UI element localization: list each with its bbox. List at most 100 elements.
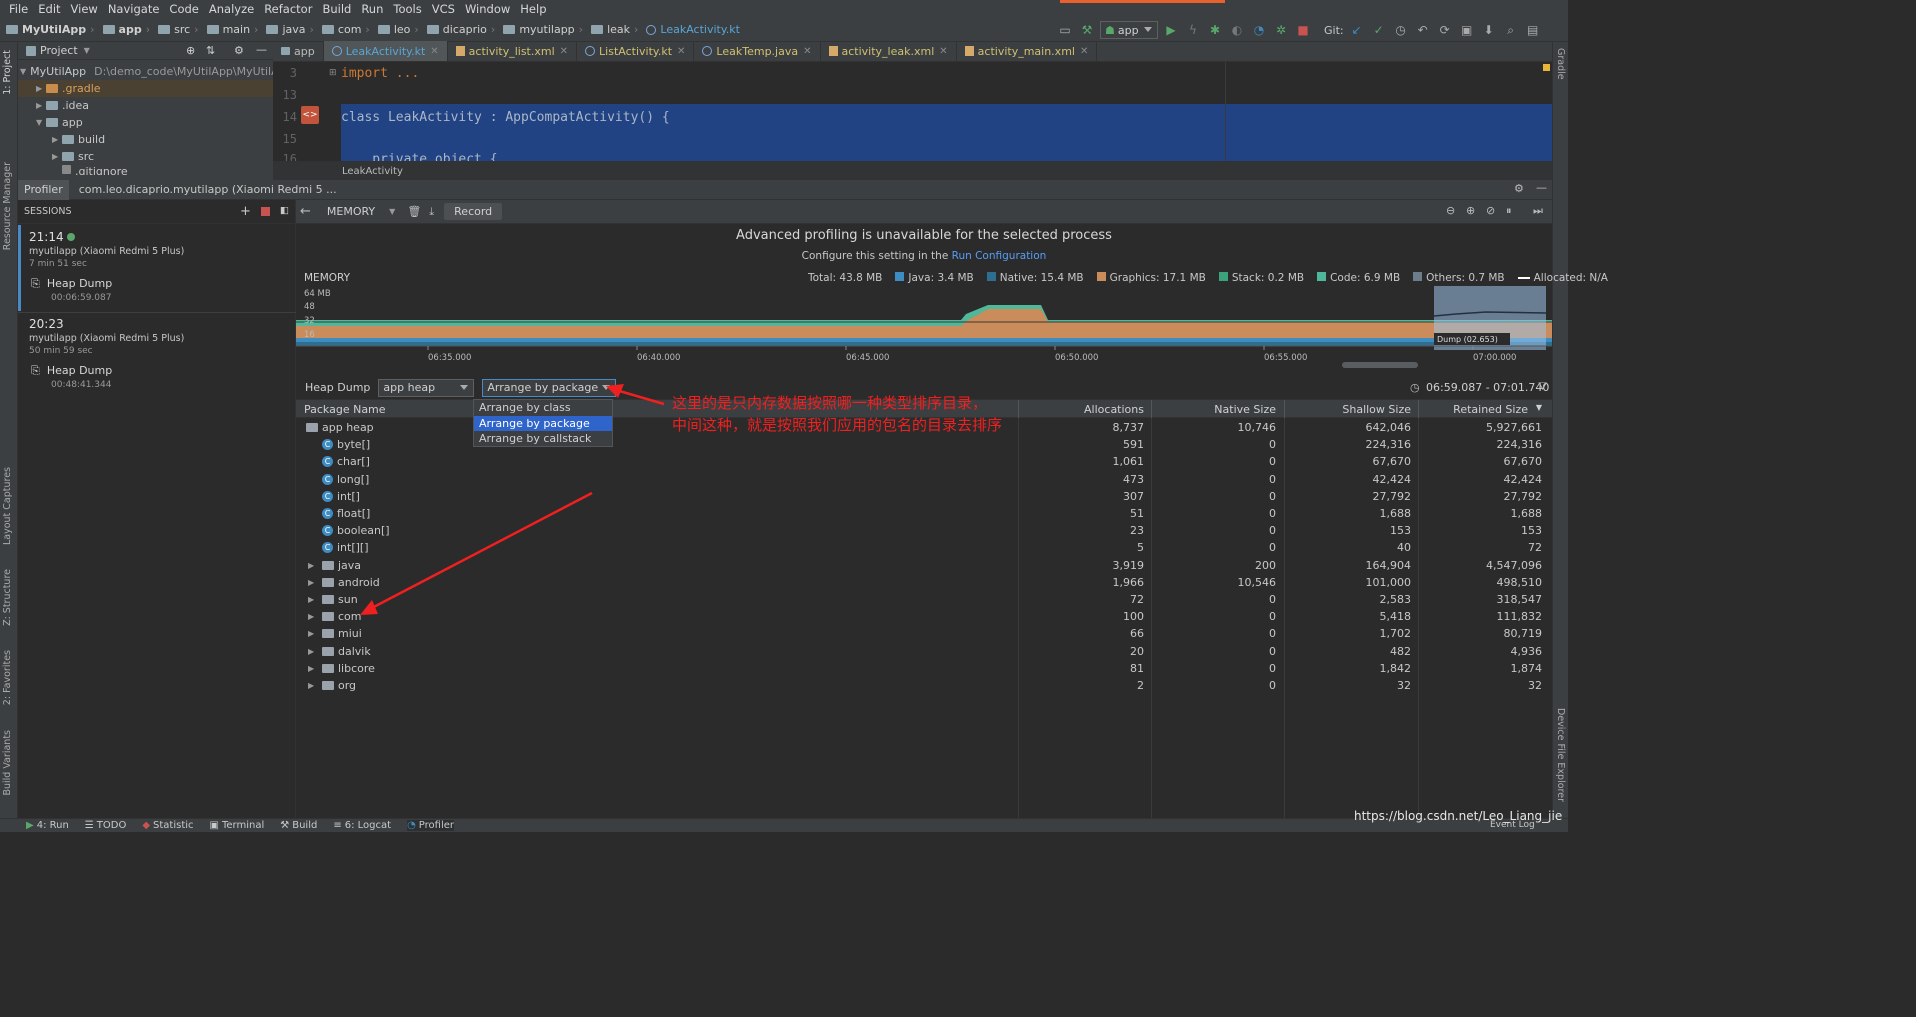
tree-item-src[interactable]: ▶ src bbox=[18, 148, 273, 165]
tree-item-gitignore[interactable]: .gitignore bbox=[18, 165, 273, 175]
trash-icon[interactable]: 🗑 bbox=[407, 205, 421, 218]
collapse-panel-icon[interactable]: ◧ bbox=[280, 205, 289, 216]
close-icon[interactable]: ✕ bbox=[677, 46, 685, 57]
avd-manager-icon[interactable]: ▣ bbox=[1458, 21, 1476, 39]
timeline-scrollbar[interactable] bbox=[1342, 362, 1418, 368]
pause-icon[interactable]: ⏸ bbox=[1506, 204, 1512, 218]
close-icon[interactable]: ✕ bbox=[939, 46, 947, 57]
tab-app[interactable]: app bbox=[273, 41, 324, 61]
col-shallow-size[interactable]: Shallow Size bbox=[1342, 403, 1411, 416]
debug-icon[interactable]: ✱ bbox=[1206, 21, 1224, 39]
menu-code[interactable]: Code bbox=[164, 2, 203, 16]
table-row[interactable]: ▶ com 100 0 5,418 111,832 bbox=[296, 608, 1552, 625]
table-row[interactable]: ▶ dalvik 20 0 482 4,936 bbox=[296, 643, 1552, 660]
table-row[interactable]: ▶ android 1,966 10,546 101,000 498,510 bbox=[296, 574, 1552, 591]
breadcrumb-src[interactable]: src › bbox=[158, 23, 202, 36]
gear-icon[interactable]: ⚙ bbox=[1514, 182, 1524, 195]
memory-chart[interactable]: 64 MB 48 32 16 06:35.000 06:40.000 06:45… bbox=[296, 286, 1552, 370]
back-arrow-icon[interactable]: ← bbox=[300, 204, 311, 219]
fold-icon[interactable]: ⊞ bbox=[329, 68, 337, 78]
locate-icon[interactable]: ⊕ bbox=[186, 44, 195, 57]
collapse-all-icon[interactable]: ⇅ bbox=[206, 44, 215, 57]
tab-activity-leak[interactable]: activity_leak.xml ✕ bbox=[821, 41, 957, 61]
git-commit-icon[interactable]: ✓ bbox=[1370, 21, 1388, 39]
col-native-size[interactable]: Native Size bbox=[1214, 403, 1276, 416]
editor-breadcrumb[interactable]: LeakActivity bbox=[273, 161, 1552, 180]
stop-icon[interactable]: ■ bbox=[1294, 21, 1312, 39]
table-row[interactable]: ▶ libcore 81 0 1,842 1,874 bbox=[296, 660, 1552, 677]
git-rollback-icon[interactable]: ↶ bbox=[1414, 21, 1432, 39]
breadcrumb-myutilapp[interactable]: myutilapp › bbox=[503, 23, 587, 36]
arrange-select[interactable]: Arrange by package bbox=[482, 378, 617, 397]
hammer-icon[interactable]: ⚒ bbox=[1078, 21, 1096, 39]
profiler-tab[interactable]: Profiler bbox=[18, 179, 69, 200]
menu-refactor[interactable]: Refactor bbox=[259, 2, 317, 16]
profile-icon[interactable]: ◔ bbox=[1250, 21, 1268, 39]
git-history-icon[interactable]: ◷ bbox=[1392, 21, 1410, 39]
menu-edit[interactable]: Edit bbox=[33, 2, 65, 16]
tool-project[interactable]: 1: Project bbox=[2, 50, 13, 95]
heap-select[interactable]: app heap bbox=[378, 378, 475, 397]
tab-activity-main[interactable]: activity_main.xml ✕ bbox=[957, 41, 1098, 61]
close-icon[interactable]: ✕ bbox=[1080, 46, 1088, 57]
tool-statistic[interactable]: ◆ Statistic bbox=[142, 820, 193, 831]
reset-zoom-icon[interactable]: ⊘ bbox=[1486, 204, 1495, 217]
gear-icon[interactable]: ⚙ bbox=[234, 44, 244, 57]
chevron-down-icon[interactable]: ▼ bbox=[389, 207, 395, 216]
close-icon[interactable]: ✕ bbox=[803, 46, 811, 57]
menu-navigate[interactable]: Navigate bbox=[103, 2, 165, 16]
tool-gradle[interactable]: Gradle bbox=[1555, 48, 1566, 80]
session-item[interactable]: 21:14 myutilapp (Xiaomi Redmi 5 Plus) 7 … bbox=[18, 225, 296, 311]
tool-build[interactable]: ⚒ Build bbox=[280, 820, 317, 831]
zoom-out-icon[interactable]: ⊖ bbox=[1446, 204, 1455, 217]
close-icon[interactable]: ✕ bbox=[560, 46, 568, 57]
table-row[interactable]: Cfloat[] 51 0 1,688 1,688 bbox=[296, 505, 1552, 522]
profiler-process-tab[interactable]: com.leo.dicaprio.myutilapp (Xiaomi Redmi… bbox=[69, 183, 337, 196]
table-row[interactable]: ▶ org 2 0 32 32 bbox=[296, 677, 1552, 694]
menu-help[interactable]: Help bbox=[515, 2, 551, 16]
breadcrumb-java[interactable]: java › bbox=[266, 23, 317, 36]
project-view-select[interactable]: Project bbox=[40, 44, 78, 57]
tool-todo[interactable]: ☰ TODO bbox=[85, 820, 127, 831]
dump-java-heap-icon[interactable]: ⤓ bbox=[429, 205, 434, 219]
breadcrumb-main[interactable]: main › bbox=[206, 23, 263, 36]
tree-item-app[interactable]: ▼ app bbox=[18, 114, 273, 131]
col-package-name[interactable]: Package Name bbox=[304, 403, 386, 416]
sdk-manager-icon[interactable]: ⬇ bbox=[1480, 21, 1498, 39]
tool-favorites[interactable]: 2: Favorites bbox=[2, 650, 13, 705]
coverage-icon[interactable]: ◐ bbox=[1228, 21, 1246, 39]
tool-logcat[interactable]: ≡ 6: Logcat bbox=[333, 820, 391, 831]
run-configuration-link[interactable]: Run Configuration bbox=[952, 250, 1047, 262]
heap-table[interactable]: app heap 8,737 10,746 642,046 5,927,661 Cbyte… bbox=[296, 418, 1552, 818]
tab-listactivity[interactable]: ListActivity.kt ✕ bbox=[577, 41, 695, 61]
menu-run[interactable]: Run bbox=[356, 2, 388, 16]
breadcrumb-com[interactable]: com › bbox=[321, 23, 374, 36]
tree-item-root[interactable]: ▼ MyUtilApp D:\demo_code\MyUtilApp\MyUtilA bbox=[18, 63, 279, 80]
sync-gradle-icon[interactable]: ⟳ bbox=[1436, 21, 1454, 39]
breadcrumb-dicaprio[interactable]: dicaprio › bbox=[426, 23, 500, 36]
table-row[interactable]: ▶ java 3,919 200 164,904 4,547,096 bbox=[296, 557, 1552, 574]
tool-run[interactable]: ▶ 4: Run bbox=[26, 820, 69, 831]
sort-desc-icon[interactable]: ▼ bbox=[1536, 403, 1542, 412]
profiler-mode-select[interactable]: MEMORY bbox=[327, 205, 375, 218]
heap-dump-item[interactable]: ⎘ Heap Dump bbox=[21, 269, 296, 291]
run-icon[interactable]: ▶ bbox=[1162, 21, 1180, 39]
menu-window[interactable]: Window bbox=[460, 2, 515, 16]
tool-resource-manager[interactable]: Resource Manager bbox=[2, 162, 13, 250]
heap-dump-item[interactable]: ⎘ Heap Dump bbox=[18, 356, 296, 378]
go-live-icon[interactable]: ⏭ bbox=[1533, 204, 1543, 218]
tree-item-idea[interactable]: ▶ .idea bbox=[18, 97, 273, 114]
option-arrange-by-class[interactable]: Arrange by class bbox=[474, 400, 612, 416]
record-button[interactable]: Record bbox=[444, 203, 503, 220]
col-retained-size[interactable]: Retained Size bbox=[1453, 403, 1528, 416]
option-arrange-by-package[interactable]: Arrange by package bbox=[474, 415, 612, 431]
tool-device-file-explorer[interactable]: Device File Explorer bbox=[1555, 708, 1566, 802]
tool-build-variants[interactable]: Build Variants bbox=[2, 730, 13, 796]
warning-marker[interactable] bbox=[1543, 64, 1550, 71]
tool-structure[interactable]: Z: Structure bbox=[2, 569, 13, 626]
tab-leakactivity[interactable]: LeakActivity.kt ✕ bbox=[323, 41, 448, 61]
menu-file[interactable]: File bbox=[4, 2, 33, 16]
layout-inspector-icon[interactable]: ▤ bbox=[1524, 21, 1542, 39]
activity-gutter-icon[interactable]: <> bbox=[301, 106, 319, 124]
menu-vcs[interactable]: VCS bbox=[427, 2, 460, 16]
